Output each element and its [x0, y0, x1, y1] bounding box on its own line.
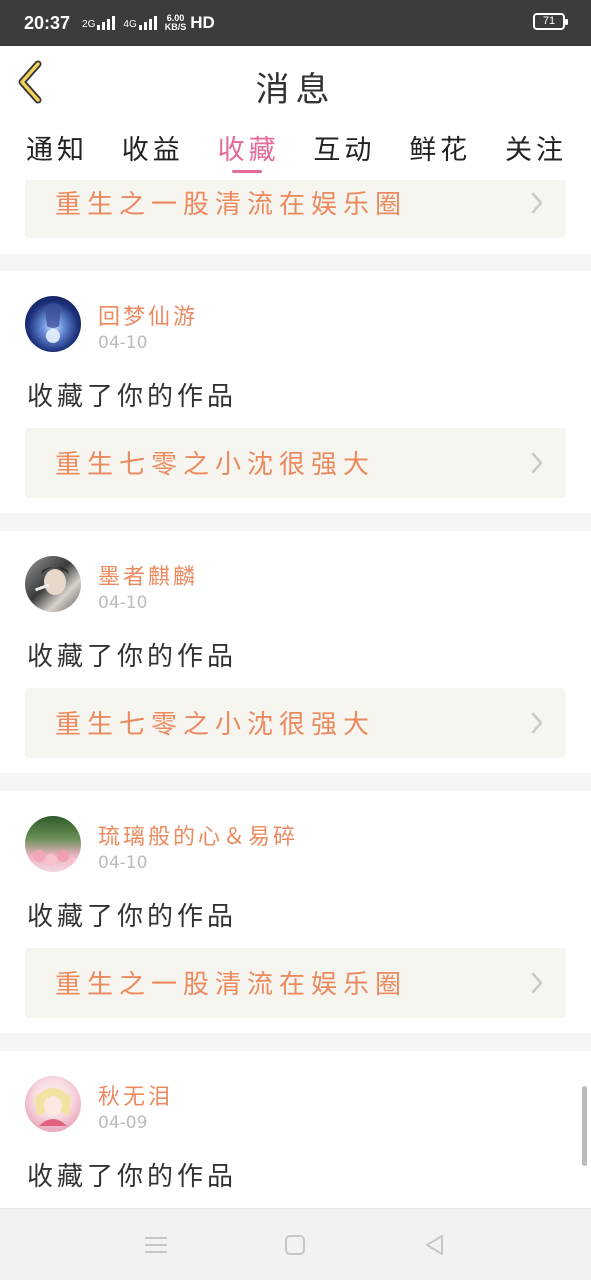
action-text: 收藏了你的作品: [27, 902, 238, 932]
list-item: 墨者麒麟 04-10 收藏了你的作品 重生七零之小沈很强大: [0, 531, 591, 773]
work-title: 重生七零之小沈很强大: [55, 450, 376, 480]
tab-following[interactable]: 关注: [505, 118, 567, 180]
battery-icon: 71: [533, 13, 568, 30]
user-name[interactable]: 琉璃般的心＆易碎: [98, 819, 298, 851]
avatar[interactable]: [25, 816, 81, 872]
tab-flowers[interactable]: 鲜花: [409, 118, 471, 180]
work-title: 重生之一股清流在娱乐圈: [55, 970, 408, 1000]
system-nav-bar: [0, 1208, 591, 1280]
tab-favorites[interactable]: 收藏: [218, 118, 280, 180]
scrollbar[interactable]: [582, 1086, 587, 1166]
status-bar: 20:37 2G 4G 6.00 KB/S HD 71: [0, 0, 591, 46]
item-date: 04-10: [98, 333, 148, 353]
signal-4g-icon: 4G: [123, 16, 157, 30]
status-time: 20:37: [24, 12, 71, 33]
action-text: 收藏了你的作品: [27, 382, 238, 412]
signal-2g-icon: 2G: [82, 16, 116, 30]
list-item: 重生之一股清流在娱乐圈: [0, 180, 591, 254]
work-link[interactable]: 重生之一股清流在娱乐圈: [25, 180, 566, 238]
chevron-right-icon: [531, 192, 543, 214]
tab-notifications[interactable]: 通知: [26, 118, 88, 180]
work-title: 重生之一股清流在娱乐圈: [55, 190, 408, 220]
list-item: 琉璃般的心＆易碎 04-10 收藏了你的作品 重生之一股清流在娱乐圈: [0, 791, 591, 1033]
back-triangle-icon[interactable]: [420, 1231, 450, 1259]
chevron-right-icon: [531, 972, 543, 994]
item-date: 04-09: [98, 1113, 148, 1133]
avatar[interactable]: [25, 1076, 81, 1132]
action-text: 收藏了你的作品: [27, 642, 238, 672]
user-name[interactable]: 秋无泪: [98, 1079, 173, 1111]
work-link[interactable]: 重生七零之小沈很强大: [25, 428, 566, 498]
item-date: 04-10: [98, 593, 148, 613]
avatar[interactable]: [25, 556, 81, 612]
menu-icon[interactable]: [141, 1231, 171, 1259]
list-item: 秋无泪 04-09 收藏了你的作品: [0, 1051, 591, 1208]
network-speed: 6.00 KB/S: [164, 13, 187, 32]
avatar[interactable]: [25, 296, 81, 352]
tab-interactions[interactable]: 互动: [313, 118, 375, 180]
chevron-right-icon: [531, 712, 543, 734]
hd-voice-indicator: HD: [190, 13, 215, 32]
page-title: 消息: [255, 70, 336, 110]
user-name[interactable]: 墨者麒麟: [98, 559, 198, 591]
favorites-feed[interactable]: 重生之一股清流在娱乐圈 回梦仙游 04-10 收藏了你的作品 重生七零之小沈很强…: [0, 180, 591, 1208]
app-header: 消息: [0, 46, 591, 118]
user-name[interactable]: 回梦仙游: [98, 299, 198, 331]
work-link[interactable]: 重生七零之小沈很强大: [25, 688, 566, 758]
tab-bar: 通知 收益 收藏 互动 鲜花 关注: [0, 118, 591, 180]
home-square-icon[interactable]: [280, 1231, 310, 1259]
chevron-right-icon: [531, 452, 543, 474]
work-title: 重生七零之小沈很强大: [55, 710, 376, 740]
work-link[interactable]: 重生之一股清流在娱乐圈: [25, 948, 566, 1018]
action-text: 收藏了你的作品: [27, 1162, 238, 1192]
list-item: 回梦仙游 04-10 收藏了你的作品 重生七零之小沈很强大: [0, 271, 591, 513]
tab-earnings[interactable]: 收益: [122, 118, 184, 180]
item-date: 04-10: [98, 853, 148, 873]
